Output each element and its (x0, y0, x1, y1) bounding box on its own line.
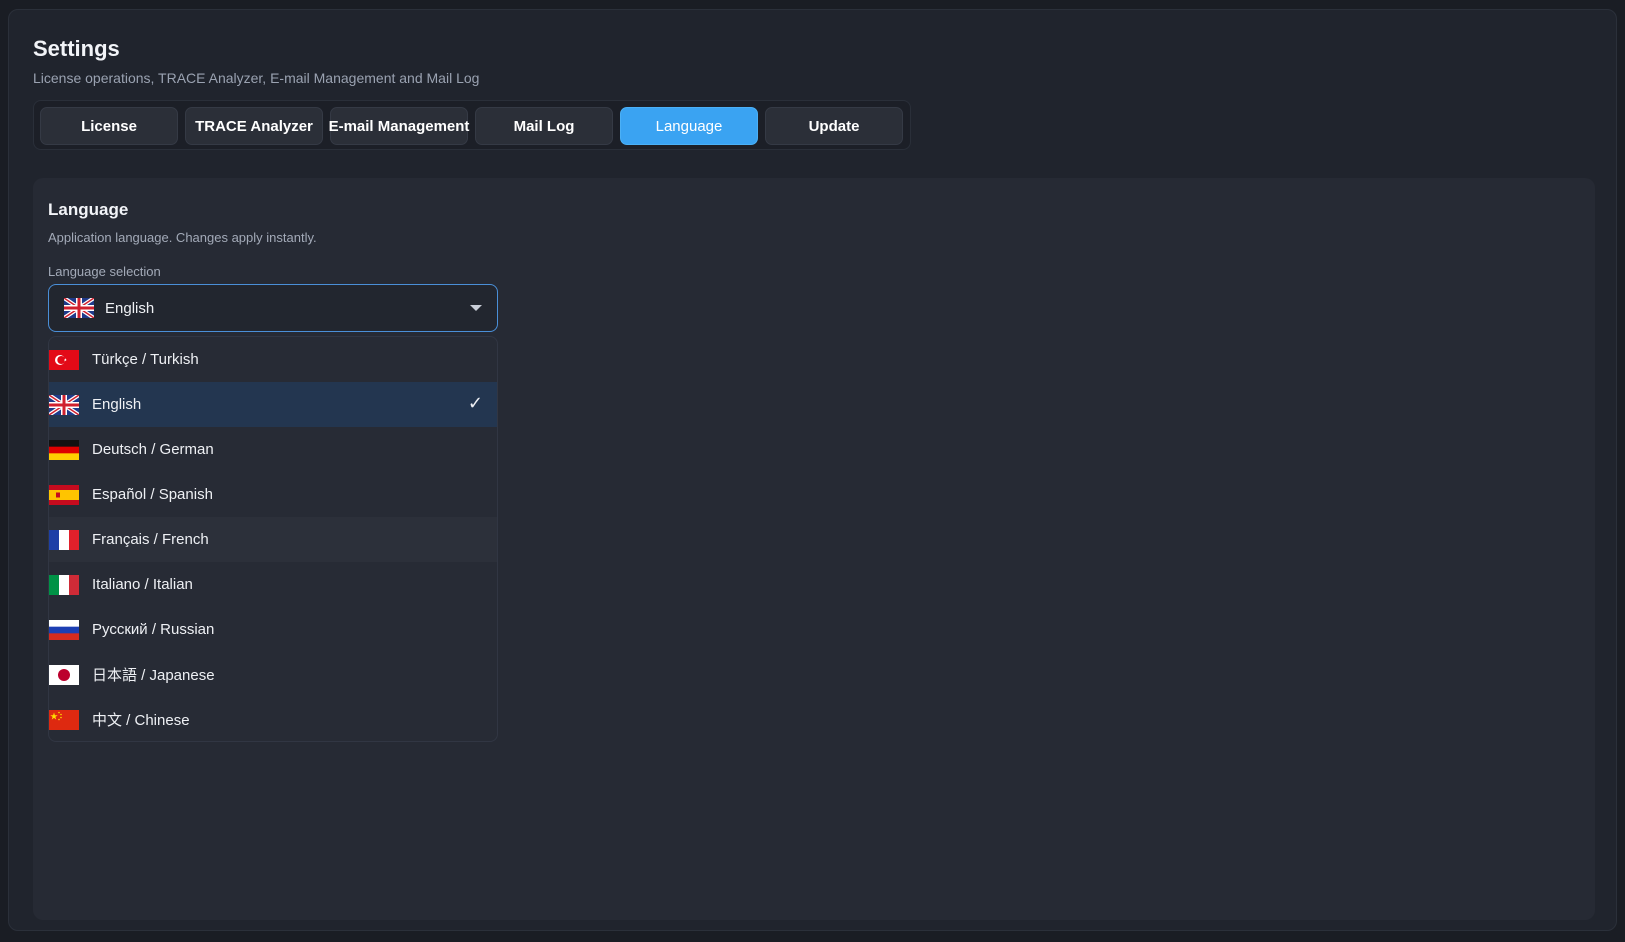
page-title: Settings (33, 36, 120, 61)
option-label: Русский / Russian (92, 621, 215, 638)
uk-flag-icon (64, 298, 94, 318)
option-label: Italiano / Italian (92, 576, 193, 593)
russia-flag-icon (49, 619, 79, 640)
panel-description: Application language. Changes apply inst… (48, 230, 317, 245)
language-select[interactable]: English (48, 284, 498, 332)
japan-flag-icon (49, 664, 79, 685)
language-select-value: English (105, 299, 155, 317)
turkey-flag-icon (49, 349, 79, 370)
language-option-german[interactable]: Deutsch / German (49, 427, 497, 472)
language-option-spanish[interactable]: Español / Spanish (49, 472, 497, 517)
tab-bar: License TRACE Analyzer E-mail Management… (33, 100, 911, 150)
language-field-label: Language selection (48, 264, 161, 279)
tab-email-management[interactable]: E-mail Management (329, 107, 469, 145)
language-option-turkish[interactable]: Türkçe / Turkish (49, 337, 497, 382)
language-panel: Language Application language. Changes a… (33, 178, 1595, 920)
tab-mail-log[interactable]: Mail Log (475, 107, 613, 145)
option-label: Español / Spanish (92, 486, 213, 503)
spain-flag-icon (49, 484, 79, 505)
china-flag-icon (49, 709, 79, 730)
language-option-russian[interactable]: Русский / Russian (49, 607, 497, 652)
language-option-japanese[interactable]: 日本語 / Japanese (49, 652, 497, 697)
language-dropdown: Türkçe / Turkish English ✓ Deutsch / Ger… (48, 336, 498, 742)
tab-license[interactable]: License (40, 107, 178, 145)
tab-trace-analyzer[interactable]: TRACE Analyzer (185, 107, 323, 145)
option-label: Türkçe / Turkish (92, 351, 199, 368)
language-option-english[interactable]: English ✓ (49, 382, 497, 427)
germany-flag-icon (49, 439, 79, 460)
page-subtitle: License operations, TRACE Analyzer, E-ma… (33, 70, 480, 86)
settings-window: Settings License operations, TRACE Analy… (8, 9, 1617, 931)
language-option-french[interactable]: Français / French (49, 517, 497, 562)
france-flag-icon (49, 529, 79, 550)
chevron-down-icon (470, 305, 482, 311)
tab-language[interactable]: Language (620, 107, 758, 145)
option-label: Deutsch / German (92, 441, 214, 458)
language-option-chinese[interactable]: 中文 / Chinese (49, 697, 497, 741)
option-label: English (92, 396, 142, 413)
option-label: 日本語 / Japanese (92, 667, 215, 684)
tab-update[interactable]: Update (765, 107, 903, 145)
check-icon: ✓ (467, 393, 483, 413)
panel-title: Language (48, 200, 129, 219)
language-option-italian[interactable]: Italiano / Italian (49, 562, 497, 607)
option-label: 中文 / Chinese (92, 712, 190, 729)
option-label: Français / French (92, 531, 209, 548)
uk-flag-icon (49, 394, 79, 415)
italy-flag-icon (49, 574, 79, 595)
